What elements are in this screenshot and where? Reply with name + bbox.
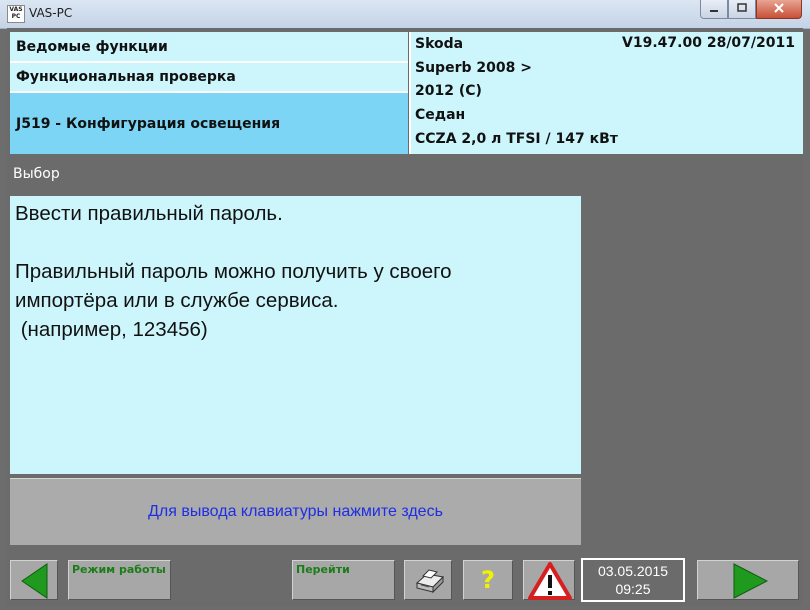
vehicle-year: 2012 (C) <box>415 83 482 99</box>
section-label: Выбор <box>13 166 60 182</box>
maximize-icon <box>737 2 747 16</box>
message-panel: Ввести правильный пароль. Правильный пар… <box>10 196 581 474</box>
current-date: 03.05.2015 <box>597 563 669 579</box>
message-line: Правильный пароль можно получить у своег… <box>15 260 452 283</box>
go-to-button[interactable]: Перейти <box>292 560 395 600</box>
operating-mode-label: Режим работы <box>72 563 166 576</box>
vehicle-model: Superb 2008 > <box>415 60 532 76</box>
show-keyboard-label: Для вывода клавиатуры нажмите здесь <box>148 503 443 520</box>
message-line: (например, 123456) <box>15 318 208 341</box>
message-line: Ввести правильный пароль. <box>15 202 283 225</box>
help-icon: ? <box>481 566 495 594</box>
warning-button[interactable] <box>523 560 575 600</box>
forward-button[interactable] <box>697 560 799 600</box>
help-button[interactable]: ? <box>463 560 513 600</box>
close-button[interactable] <box>756 0 802 19</box>
show-keyboard-button[interactable]: Для вывода клавиатуры нажмите здесь <box>10 478 581 545</box>
minimize-button[interactable] <box>700 0 728 19</box>
title-bar: VAS PC VAS-PC <box>0 0 810 29</box>
go-to-label: Перейти <box>296 563 350 576</box>
current-time: 09:25 <box>615 581 651 597</box>
window-controls <box>700 0 802 20</box>
path-item-function-test[interactable]: Функциональная проверка <box>10 63 408 91</box>
function-path-panel: Ведомые функции Функциональная проверка … <box>10 32 408 154</box>
window-title: VAS-PC <box>29 6 73 20</box>
operating-mode-button[interactable]: Режим работы <box>68 560 171 600</box>
path-item-guided-functions[interactable]: Ведомые функции <box>10 32 408 61</box>
client-area: Ведомые функции Функциональная проверка … <box>7 28 803 606</box>
app-icon[interactable]: VAS PC <box>7 5 25 23</box>
minimize-icon <box>709 3 719 16</box>
close-icon <box>773 2 785 16</box>
vehicle-engine: CCZA 2,0 л TFSI / 147 кВт <box>415 131 618 147</box>
back-button[interactable] <box>10 560 58 600</box>
date-time-display: 03.05.2015 09:25 <box>581 558 685 602</box>
path-item-current[interactable]: J519 - Конфигурация освещения <box>10 93 408 154</box>
maximize-button[interactable] <box>728 0 756 19</box>
vehicle-info-panel: Skoda V19.47.00 28/07/2011 Superb 2008 >… <box>409 32 803 154</box>
message-line: импортёра или в службе сервиса. <box>15 289 339 312</box>
vehicle-body: Седан <box>415 107 466 123</box>
vehicle-brand: Skoda <box>415 36 464 52</box>
software-version: V19.47.00 28/07/2011 <box>622 35 795 51</box>
print-button[interactable] <box>404 560 452 600</box>
